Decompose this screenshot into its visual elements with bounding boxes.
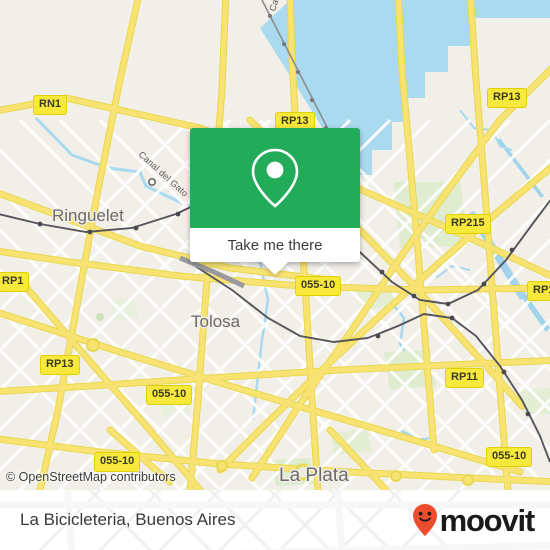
map-canvas[interactable]: RN1 RP13 RP13 RP215 RP1 055-10 RP1 RP13 …	[0, 0, 550, 490]
road-shield-rp13-north[interactable]: RP13	[487, 88, 527, 108]
road-shield-05510-south[interactable]: 055-10	[94, 452, 141, 472]
location-popup-card[interactable]: Take me there	[190, 128, 360, 276]
road-shield-rp1-west[interactable]: RP1	[0, 272, 30, 292]
take-me-there-label: Take me there	[227, 236, 323, 254]
road-shield-05510-mid[interactable]: 055-10	[146, 385, 193, 405]
road-shield-rp1-east[interactable]: RP1	[527, 281, 550, 301]
footer-bar: La Bicicleteria, Buenos Aires moovit	[0, 490, 550, 550]
moovit-smiley-pin-icon	[412, 504, 437, 536]
map-pin-icon	[251, 148, 299, 208]
road-shield-rn1[interactable]: RN1	[33, 95, 68, 115]
road-shield-05510-center[interactable]: 055-10	[295, 276, 342, 296]
take-me-there-button[interactable]: Take me there	[190, 228, 360, 262]
road-shield-rp13-west[interactable]: RP13	[40, 355, 80, 375]
popup-header	[190, 128, 360, 228]
map-screenshot-root: RN1 RP13 RP13 RP215 RP1 055-10 RP1 RP13 …	[0, 0, 550, 550]
footer-location-title: La Bicicleteria, Buenos Aires	[20, 510, 236, 529]
road-shield-05510-east[interactable]: 055-10	[486, 447, 533, 467]
road-shield-rp215[interactable]: RP215	[445, 214, 491, 234]
osm-attribution[interactable]: © OpenStreetMap contributors	[6, 470, 176, 484]
moovit-brand[interactable]: moovit	[412, 502, 536, 538]
road-shield-rp11[interactable]: RP11	[445, 368, 484, 388]
moovit-wordmark: moovit	[439, 502, 536, 538]
